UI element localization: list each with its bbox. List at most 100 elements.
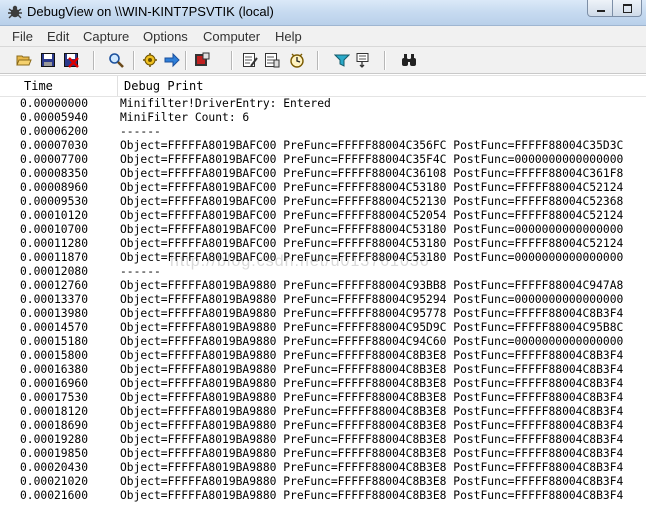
log-message: Object=FFFFFA8019BA9880 PreFunc=FFFFF880… [120, 363, 624, 376]
log-row[interactable]: 0.00021020 Object=FFFFFA8019BA9880 PreFun… [0, 475, 646, 489]
menu-capture[interactable]: Capture [83, 29, 129, 44]
log-time: 0.00021020 [20, 475, 89, 488]
capture-icon[interactable] [142, 52, 158, 68]
log-time: 0.00015180 [20, 335, 89, 348]
log-message: Object=FFFFFA8019BAFC00 PreFunc=FFFFF880… [120, 209, 624, 222]
log-time: 0.00019850 [20, 447, 89, 460]
log-message: Object=FFFFFA8019BA9880 PreFunc=FFFFF880… [120, 489, 624, 502]
open-icon[interactable] [16, 52, 32, 68]
log-row[interactable]: 0.00015180 Object=FFFFFA8019BA9880 PreFun… [0, 335, 646, 349]
column-header-debug-print[interactable]: Debug Print [124, 79, 203, 93]
log-message: Object=FFFFFA8019BA9880 PreFunc=FFFFF880… [120, 391, 624, 404]
log-time: 0.00014570 [20, 321, 89, 334]
log-message: ------ [120, 125, 161, 138]
filter-icon[interactable] [334, 52, 350, 68]
log-row[interactable]: 0.00021600 Object=FFFFFA8019BA9880 PreFun… [0, 489, 646, 503]
log-time: 0.00010700 [20, 223, 89, 236]
window-title: DebugView on \\WIN-KINT7PSVTIK (local) [27, 4, 274, 19]
menu-bar: File Edit Capture Options Computer Help [0, 26, 646, 47]
log-row[interactable]: 0.00015800 Object=FFFFFA8019BA9880 PreFun… [0, 349, 646, 363]
log-time: 0.00012080 [20, 265, 89, 278]
log-time: 0.00017530 [20, 391, 89, 404]
menu-options[interactable]: Options [143, 29, 188, 44]
log-message: Object=FFFFFA8019BA9880 PreFunc=FFFFF880… [120, 293, 624, 306]
title-bar[interactable]: DebugView on \\WIN-KINT7PSVTIK (local) [0, 0, 646, 26]
column-header-time[interactable]: Time [24, 79, 53, 93]
log-row[interactable]: 0.00016960 Object=FFFFFA8019BA9880 PreFun… [0, 377, 646, 391]
log-row[interactable]: 0.00013980 Object=FFFFFA8019BA9880 PreFun… [0, 307, 646, 321]
log-row[interactable]: 0.00018690 Object=FFFFFA8019BA9880 PreFun… [0, 419, 646, 433]
log-row[interactable]: 0.00012760 Object=FFFFFA8019BA9880 PreFun… [0, 279, 646, 293]
menu-help[interactable]: Help [275, 29, 302, 44]
menu-edit[interactable]: Edit [47, 29, 69, 44]
log-time: 0.00006200 [20, 125, 89, 138]
minimize-button[interactable] [587, 0, 613, 17]
log-time: 0.00021600 [20, 489, 89, 502]
log-time: 0.00018120 [20, 405, 89, 418]
toolbar-separator [384, 51, 386, 70]
debug-output-list[interactable]: Time Debug Print 0.00000000 Minifilter!Dr… [0, 75, 646, 511]
log-time: 0.00008960 [20, 181, 89, 194]
log-message: MiniFilter Count: 6 [120, 111, 250, 124]
menu-computer[interactable]: Computer [203, 29, 260, 44]
log-row[interactable]: 0.00016380 Object=FFFFFA8019BA9880 PreFun… [0, 363, 646, 377]
log-message: Object=FFFFFA8019BA9880 PreFunc=FFFFF880… [120, 377, 624, 390]
log-row[interactable]: 0.00007030 Object=FFFFFA8019BAFC00 PreFun… [0, 139, 646, 153]
toolbar [0, 47, 646, 74]
log-row[interactable]: 0.00008960 Object=FFFFFA8019BAFC00 PreFun… [0, 181, 646, 195]
save-icon[interactable] [40, 52, 56, 68]
binoculars-icon[interactable] [401, 52, 417, 68]
log-row[interactable]: 0.00019280 Object=FFFFFA8019BA9880 PreFun… [0, 433, 646, 447]
log-time: 0.00015800 [20, 349, 89, 362]
highlight-icon[interactable] [355, 52, 371, 68]
log-row[interactable]: 0.00019850 Object=FFFFFA8019BA9880 PreFun… [0, 447, 646, 461]
log-row[interactable]: 0.00013370 Object=FFFFFA8019BA9880 PreFun… [0, 293, 646, 307]
toolbar-separator [185, 51, 187, 70]
log-message: Object=FFFFFA8019BA9880 PreFunc=FFFFF880… [120, 307, 624, 320]
log-time: 0.00007030 [20, 139, 89, 152]
log-row[interactable]: 0.00009530 Object=FFFFFA8019BAFC00 PreFun… [0, 195, 646, 209]
log-row[interactable]: 0.00010120 Object=FFFFFA8019BAFC00 PreFun… [0, 209, 646, 223]
log-row[interactable]: 0.00010700 Object=FFFFFA8019BAFC00 PreFun… [0, 223, 646, 237]
log-row[interactable]: 0.00008350 Object=FFFFFA8019BAFC00 PreFun… [0, 167, 646, 181]
log-row[interactable]: 0.00018120 Object=FFFFFA8019BA9880 PreFun… [0, 405, 646, 419]
log-row[interactable]: 0.00006200 ------ [0, 125, 646, 139]
log-row[interactable]: 0.00020430 Object=FFFFFA8019BA9880 PreFun… [0, 461, 646, 475]
column-divider[interactable] [117, 76, 118, 96]
log-message: Object=FFFFFA8019BA9880 PreFunc=FFFFF880… [120, 349, 624, 362]
list-rows: 0.00000000 Minifilter!DriverEntry: Entere… [0, 97, 646, 503]
log-message: Object=FFFFFA8019BAFC00 PreFunc=FFFFF880… [120, 167, 624, 180]
menu-file[interactable]: File [12, 29, 33, 44]
clear-display-icon[interactable] [242, 52, 258, 68]
clock-icon[interactable] [289, 52, 305, 68]
log-time: 0.00020430 [20, 461, 89, 474]
log-row[interactable]: 0.00017530 Object=FFFFFA8019BA9880 PreFun… [0, 391, 646, 405]
log-message: Object=FFFFFA8019BA9880 PreFunc=FFFFF880… [120, 279, 624, 292]
log-message: Object=FFFFFA8019BA9880 PreFunc=FFFFF880… [120, 475, 624, 488]
minimize-icon [597, 10, 605, 12]
log-message: Object=FFFFFA8019BAFC00 PreFunc=FFFFF880… [120, 153, 624, 166]
log-row[interactable]: 0.00014570 Object=FFFFFA8019BA9880 PreFun… [0, 321, 646, 335]
find-icon[interactable] [108, 52, 124, 68]
log-time: 0.00016960 [20, 377, 89, 390]
log-time: 0.00007700 [20, 153, 89, 166]
log-time: 0.00009530 [20, 195, 89, 208]
log-row[interactable]: 0.00005940 MiniFilter Count: 6 [0, 111, 646, 125]
log-time: 0.00013980 [20, 307, 89, 320]
clear-icon[interactable] [63, 52, 79, 68]
log-message: Object=FFFFFA8019BAFC00 PreFunc=FFFFF880… [120, 139, 624, 152]
log-row[interactable]: 0.00011280 Object=FFFFFA8019BAFC00 PreFun… [0, 237, 646, 251]
log-message: Object=FFFFFA8019BA9880 PreFunc=FFFFF880… [120, 433, 624, 446]
log-time: 0.00011870 [20, 251, 89, 264]
log-time: 0.00019280 [20, 433, 89, 446]
log-row[interactable]: 0.00000000 Minifilter!DriverEntry: Entere… [0, 97, 646, 111]
toolbar-separator [231, 51, 233, 70]
log-row[interactable]: 0.00007700 Object=FFFFFA8019BAFC00 PreFun… [0, 153, 646, 167]
capture-kernel-icon[interactable] [194, 52, 210, 68]
log-message: Object=FFFFFA8019BA9880 PreFunc=FFFFF880… [120, 447, 624, 460]
history-icon[interactable] [264, 52, 280, 68]
autoscroll-icon[interactable] [164, 52, 180, 68]
log-message: Object=FFFFFA8019BAFC00 PreFunc=FFFFF880… [120, 195, 624, 208]
maximize-button[interactable] [612, 0, 642, 17]
log-message: Object=FFFFFA8019BAFC00 PreFunc=FFFFF880… [120, 237, 624, 250]
